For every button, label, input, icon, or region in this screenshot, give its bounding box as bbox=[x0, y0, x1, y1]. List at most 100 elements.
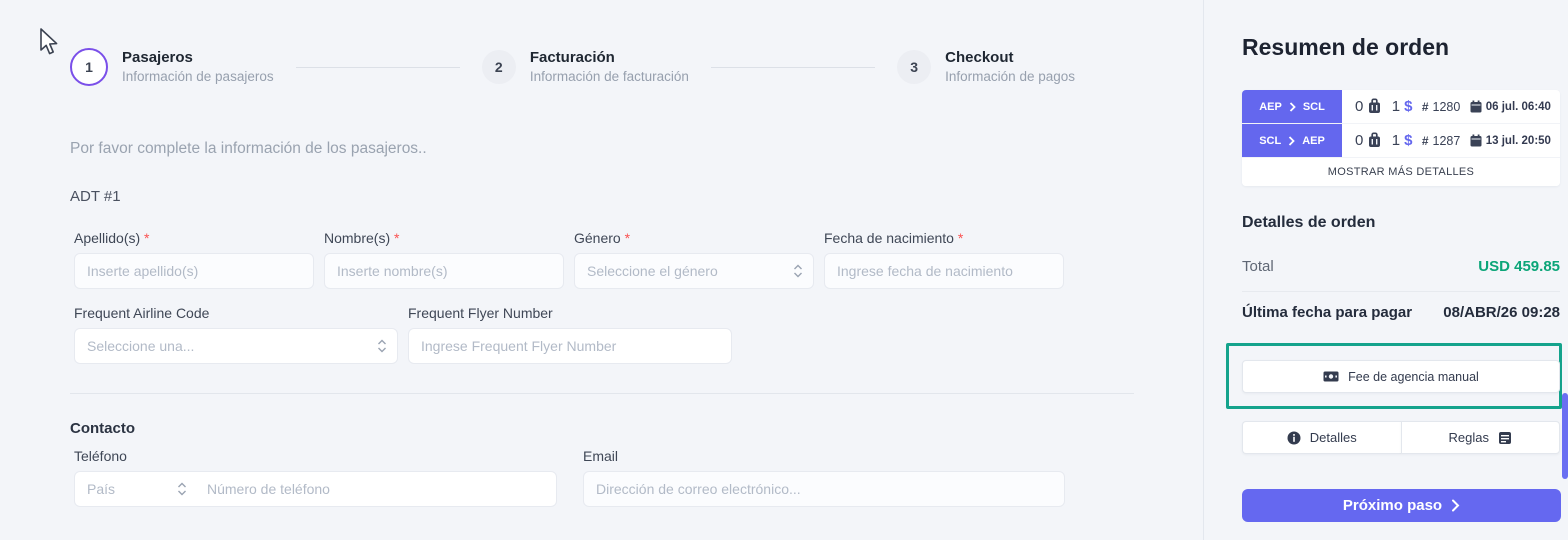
rules-button-label: Reglas bbox=[1449, 430, 1489, 445]
route-badge: AEP SCL bbox=[1242, 90, 1342, 123]
form-intro-text: Por favor complete la información de los… bbox=[70, 140, 427, 158]
field-birth-date: Fecha de nacimiento * bbox=[824, 230, 1064, 289]
next-step-label: Próximo paso bbox=[1343, 497, 1442, 514]
required-mark: * bbox=[958, 230, 963, 246]
field-phone: Teléfono País bbox=[74, 448, 557, 507]
contact-fields-row: Teléfono País Email bbox=[74, 448, 1065, 507]
summary-divider bbox=[1242, 291, 1560, 292]
passenger-form-panel: 1 Pasajeros Información de pasajeros 2 F… bbox=[0, 0, 1204, 540]
step-facturacion[interactable]: 2 Facturación Información de facturación bbox=[482, 48, 689, 86]
rules-icon bbox=[1498, 431, 1512, 445]
manual-agency-fee-button[interactable]: Fee de agencia manual bbox=[1242, 360, 1560, 393]
chevron-updown-icon bbox=[377, 338, 387, 354]
total-row: Total USD 459.85 bbox=[1242, 258, 1560, 275]
step-2-circle: 2 bbox=[482, 50, 516, 84]
email-input[interactable] bbox=[583, 471, 1065, 507]
chevron-right-icon bbox=[1289, 102, 1296, 112]
hash-icon: # bbox=[1422, 134, 1429, 148]
route-from: SCL bbox=[1259, 135, 1281, 147]
chevron-updown-icon bbox=[793, 263, 803, 279]
details-button-label: Detalles bbox=[1310, 430, 1357, 445]
order-summary-panel: Resumen de orden AEP SCL 0 1$ #1280 06 j… bbox=[1204, 0, 1568, 540]
money-icon bbox=[1323, 371, 1339, 382]
gender-select-value: Seleccione el género bbox=[587, 263, 718, 279]
first-name-label: Nombre(s) * bbox=[324, 230, 564, 246]
field-last-name: Apellido(s) * bbox=[74, 230, 314, 289]
hash-icon: # bbox=[1422, 100, 1429, 114]
required-mark: * bbox=[144, 230, 149, 246]
flight-datetime: 13 jul. 20:50 bbox=[1486, 135, 1551, 147]
phone-field: País bbox=[74, 471, 557, 507]
frequent-airline-code-select[interactable]: Seleccione una... bbox=[74, 328, 398, 364]
email-label: Email bbox=[583, 448, 1065, 464]
details-button[interactable]: Detalles bbox=[1242, 421, 1401, 454]
step-checkout[interactable]: 3 Checkout Información de pagos bbox=[897, 48, 1075, 86]
gender-label: Género * bbox=[574, 230, 814, 246]
last-name-input[interactable] bbox=[74, 253, 314, 289]
section-divider bbox=[70, 393, 1134, 394]
passenger-count: 1 bbox=[1392, 98, 1400, 115]
birth-date-input[interactable] bbox=[824, 253, 1064, 289]
step-pasajeros[interactable]: 1 Pasajeros Información de pasajeros bbox=[70, 48, 274, 86]
route-to: SCL bbox=[1303, 101, 1325, 113]
flight-row-outbound: AEP SCL 0 1$ #1280 06 jul. 06:40 bbox=[1242, 90, 1560, 124]
field-frequent-airline-code: Frequent Airline Code Seleccione una... bbox=[74, 305, 398, 364]
flight-summary-card: AEP SCL 0 1$ #1280 06 jul. 06:40 SCL AEP… bbox=[1242, 90, 1560, 186]
due-date-label: Última fecha para pagar bbox=[1242, 304, 1412, 321]
total-value: USD 459.85 bbox=[1478, 258, 1560, 275]
rules-button[interactable]: Reglas bbox=[1401, 421, 1561, 454]
field-gender: Género * Seleccione el género bbox=[574, 230, 814, 289]
manual-agency-fee-label: Fee de agencia manual bbox=[1348, 370, 1479, 384]
order-summary-title: Resumen de orden bbox=[1242, 34, 1449, 61]
scrollbar-thumb[interactable] bbox=[1562, 393, 1568, 479]
chevron-right-icon bbox=[1288, 136, 1295, 146]
step-1-subtitle: Información de pasajeros bbox=[122, 68, 274, 86]
step-2-subtitle: Información de facturación bbox=[530, 68, 689, 86]
currency-icon: $ bbox=[1404, 132, 1412, 149]
calendar-icon bbox=[1470, 100, 1482, 113]
phone-number-input[interactable] bbox=[195, 472, 556, 506]
contact-heading: Contacto bbox=[70, 420, 135, 437]
bag-icon bbox=[1367, 98, 1382, 115]
step-3-title: Checkout bbox=[945, 48, 1075, 68]
flight-row-return: SCL AEP 0 1$ #1287 13 jul. 20:50 bbox=[1242, 124, 1560, 158]
step-3-subtitle: Información de pagos bbox=[945, 68, 1075, 86]
next-step-button[interactable]: Próximo paso bbox=[1242, 489, 1561, 522]
birth-date-label: Fecha de nacimiento * bbox=[824, 230, 1064, 246]
phone-label: Teléfono bbox=[74, 448, 557, 464]
flight-number: 1287 bbox=[1433, 134, 1461, 148]
chevron-right-icon bbox=[1451, 499, 1460, 512]
field-email: Email bbox=[583, 448, 1065, 507]
field-frequent-flyer-number: Frequent Flyer Number bbox=[408, 305, 732, 364]
route-badge: SCL AEP bbox=[1242, 124, 1342, 157]
frequent-flyer-number-input[interactable] bbox=[408, 328, 732, 364]
frequent-airline-code-label: Frequent Airline Code bbox=[74, 305, 398, 321]
bag-icon bbox=[1367, 132, 1382, 149]
first-name-input[interactable] bbox=[324, 253, 564, 289]
flight-datetime: 06 jul. 06:40 bbox=[1486, 101, 1551, 113]
phone-country-value: País bbox=[87, 481, 115, 497]
step-connector bbox=[711, 67, 875, 68]
checkout-stepper: 1 Pasajeros Información de pasajeros 2 F… bbox=[70, 48, 1075, 86]
show-more-details-button[interactable]: MOSTRAR MÁS DETALLES bbox=[1242, 158, 1560, 186]
frequent-airline-code-value: Seleccione una... bbox=[87, 338, 194, 354]
step-connector bbox=[296, 67, 460, 68]
passenger-count: 1 bbox=[1392, 132, 1400, 149]
frequent-flyer-row: Frequent Airline Code Seleccione una... … bbox=[74, 305, 732, 364]
route-to: AEP bbox=[1302, 135, 1325, 147]
due-date-row: Última fecha para pagar 08/ABR/26 09:28 bbox=[1242, 304, 1560, 321]
required-mark: * bbox=[394, 230, 399, 246]
step-1-title: Pasajeros bbox=[122, 48, 274, 68]
frequent-flyer-number-label: Frequent Flyer Number bbox=[408, 305, 732, 321]
info-icon bbox=[1287, 431, 1301, 445]
required-mark: * bbox=[625, 230, 630, 246]
bag-count: 0 bbox=[1355, 132, 1363, 149]
currency-icon: $ bbox=[1404, 98, 1412, 115]
passenger-heading: ADT #1 bbox=[70, 188, 121, 205]
step-1-circle: 1 bbox=[70, 48, 108, 86]
chevron-updown-icon bbox=[177, 481, 187, 497]
bag-count: 0 bbox=[1355, 98, 1363, 115]
due-date-value: 08/ABR/26 09:28 bbox=[1443, 304, 1560, 321]
phone-country-select[interactable]: País bbox=[75, 472, 195, 506]
gender-select[interactable]: Seleccione el género bbox=[574, 253, 814, 289]
